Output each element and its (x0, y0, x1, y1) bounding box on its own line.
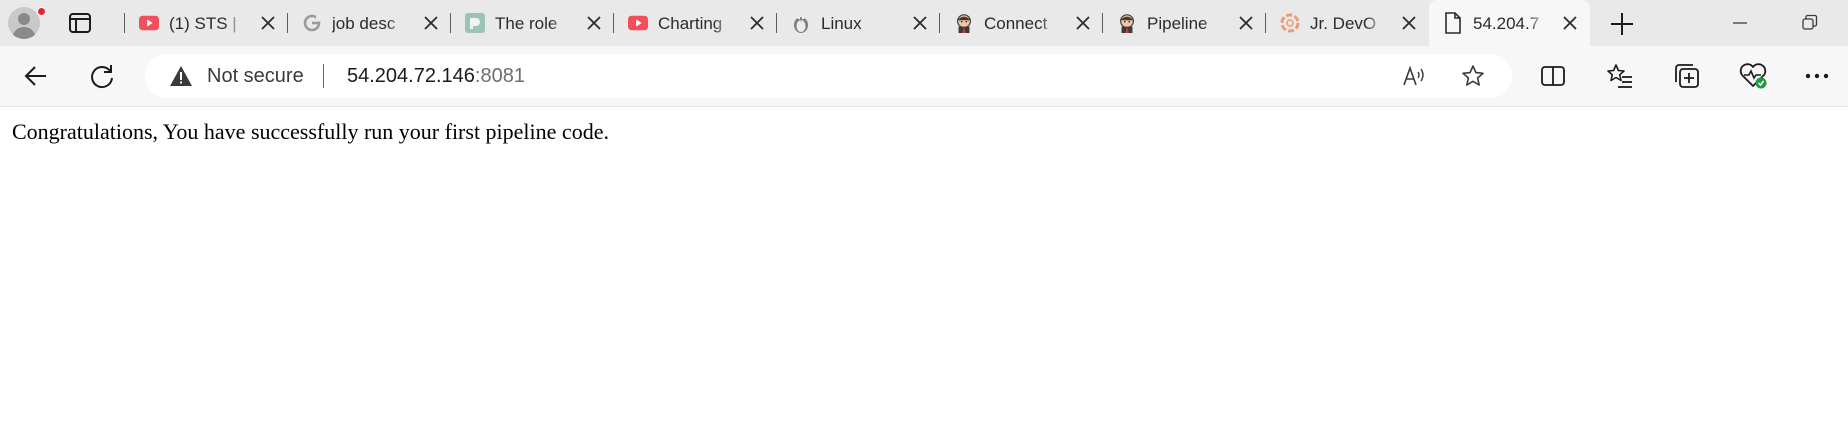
close-icon[interactable] (747, 13, 767, 33)
success-message: Congratulations, You have successfully r… (12, 119, 609, 144)
tab-active-page[interactable]: 54.204.7 (1429, 0, 1590, 46)
url-text[interactable]: 54.204.72.146:8081 (347, 64, 525, 88)
youtube-icon (139, 14, 159, 32)
tab-pipeline[interactable]: Pipeline (1103, 0, 1266, 46)
jenkins-icon (954, 14, 974, 33)
google-icon (302, 14, 322, 32)
tab-actions-menu-icon[interactable] (67, 10, 93, 36)
collections-icon[interactable] (1671, 60, 1703, 92)
browser-toolbar: Not secure 54.204.72.146:8081 (0, 46, 1848, 106)
lifebuoy-icon (1280, 13, 1300, 33)
warning-triangle-icon[interactable] (169, 65, 193, 87)
tab-title: The role (495, 14, 558, 33)
favorite-star-icon[interactable] (1461, 64, 1485, 88)
restore-icon[interactable] (1797, 10, 1823, 36)
address-separator (323, 64, 324, 88)
tab-title: 54.204.7 (1473, 14, 1540, 33)
tab-jr-devops[interactable]: Jr. DevO (1266, 0, 1429, 46)
tab-the-role[interactable]: The role (451, 0, 614, 46)
tab-job-description[interactable]: job desc (288, 0, 451, 46)
close-icon[interactable] (421, 13, 441, 33)
page-icon (1443, 12, 1463, 34)
tab-title: Pipeline (1147, 14, 1208, 33)
tab-title: Charting (658, 14, 723, 33)
close-icon[interactable] (1236, 13, 1256, 33)
more-options-icon[interactable] (1801, 60, 1833, 92)
security-status-label[interactable]: Not secure (207, 64, 304, 88)
back-arrow-icon[interactable] (20, 60, 52, 92)
split-screen-icon[interactable] (1537, 60, 1569, 92)
close-icon[interactable] (584, 13, 604, 33)
linux-tux-icon (791, 14, 811, 33)
browser-essentials-icon[interactable] (1737, 60, 1769, 92)
tab-sts[interactable]: (1) STS | (125, 0, 288, 46)
close-icon[interactable] (1073, 13, 1093, 33)
tab-linux[interactable]: Linux (777, 0, 940, 46)
tab-connect[interactable]: Connect (940, 0, 1103, 46)
url-host: 54.204.72.146 (347, 65, 475, 87)
site-logo-icon (465, 13, 485, 33)
tab-strip: (1) STS | job desc The role Charting Lin… (0, 0, 1848, 46)
youtube-icon (628, 14, 648, 32)
new-tab-plus-icon[interactable] (1608, 10, 1636, 38)
minimize-icon[interactable] (1727, 10, 1753, 36)
tab-title: Jr. DevO (1310, 14, 1377, 33)
tab-title: Connect (984, 14, 1048, 33)
close-icon[interactable] (1399, 13, 1419, 33)
refresh-icon[interactable] (86, 60, 118, 92)
favorites-list-icon[interactable] (1604, 60, 1636, 92)
close-icon[interactable] (1560, 13, 1580, 33)
close-icon[interactable] (258, 13, 278, 33)
jenkins-icon (1117, 14, 1137, 33)
url-port: :8081 (474, 65, 525, 87)
profile-avatar-icon[interactable] (8, 7, 40, 39)
tab-title: (1) STS | (169, 14, 237, 33)
address-bar[interactable]: Not secure 54.204.72.146:8081 (145, 54, 1512, 98)
tab-charting[interactable]: Charting (614, 0, 777, 46)
page-content: Congratulations, You have successfully r… (0, 106, 1848, 430)
tab-title: Linux (821, 14, 862, 33)
tab-title: job desc (332, 14, 396, 33)
close-icon[interactable] (910, 13, 930, 33)
read-aloud-icon[interactable] (1402, 65, 1426, 87)
notification-dot-icon (37, 7, 46, 16)
